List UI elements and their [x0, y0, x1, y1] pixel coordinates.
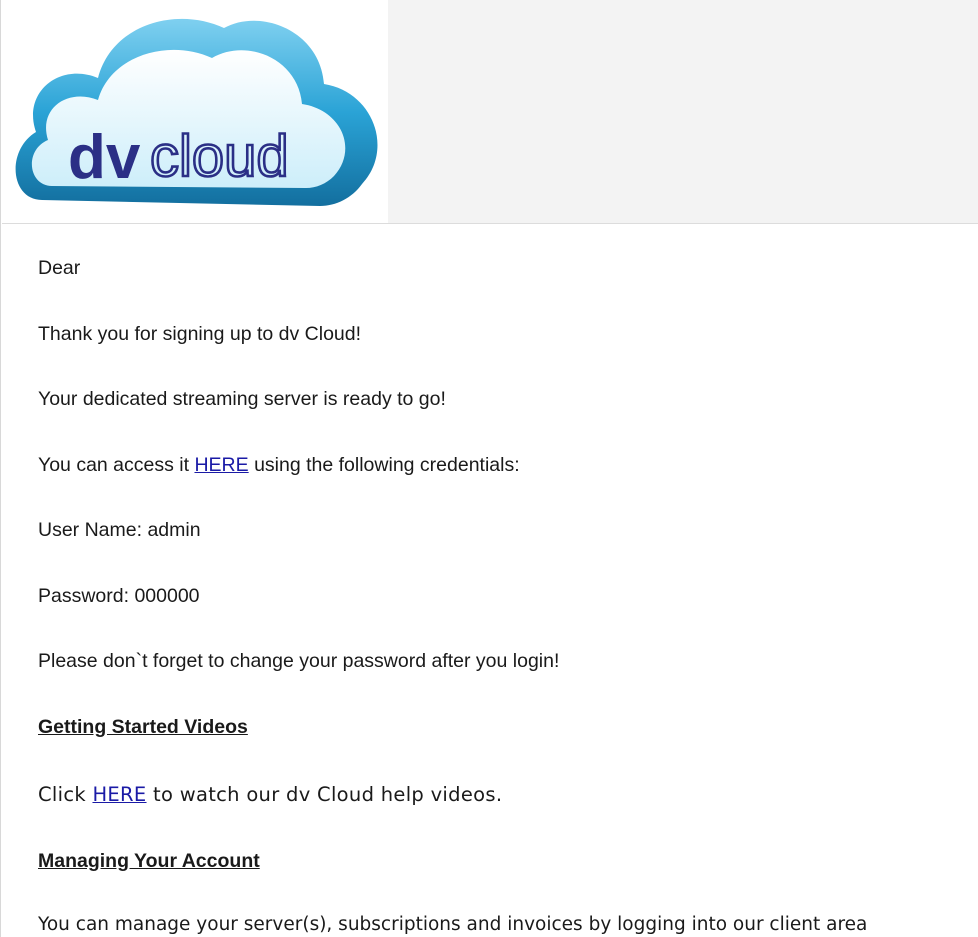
help-videos-link[interactable]: HERE [92, 783, 146, 806]
password-line: Password: 000000 [38, 585, 200, 607]
videos-line: Click HERE to watch our dv Cloud help vi… [38, 784, 502, 806]
account-text: You can manage your server(s), subscript… [38, 914, 868, 935]
logo-text-light: cloud [150, 124, 289, 189]
server-access-link[interactable]: HERE [194, 454, 248, 476]
email-header-banner: dv cloud [2, 0, 978, 224]
videos-heading: Getting Started Videos [38, 716, 248, 738]
greeting: Dear [38, 257, 81, 279]
email-view: dv cloud Dear Thank you for signing up t… [0, 0, 978, 937]
videos-prefix: Click [38, 783, 93, 806]
username-line: User Name: admin [38, 519, 201, 541]
thanks-line: Thank you for signing up to dv Cloud! [38, 323, 362, 345]
videos-suffix: to watch our dv Cloud help videos. [146, 783, 503, 806]
access-prefix: You can access it [38, 454, 195, 476]
reminder-line: Please don`t forget to change your passw… [38, 650, 560, 672]
access-line: You can access it HERE using the followi… [38, 454, 520, 476]
dvcloud-logo: dv cloud [2, 0, 388, 223]
logo-text-bold: dv [68, 123, 141, 192]
ready-line: Your dedicated streaming server is ready… [38, 388, 446, 410]
account-heading: Managing Your Account [38, 850, 260, 872]
access-suffix: using the following credentials: [248, 454, 520, 476]
cloud-logo-icon: dv cloud [15, 18, 378, 206]
